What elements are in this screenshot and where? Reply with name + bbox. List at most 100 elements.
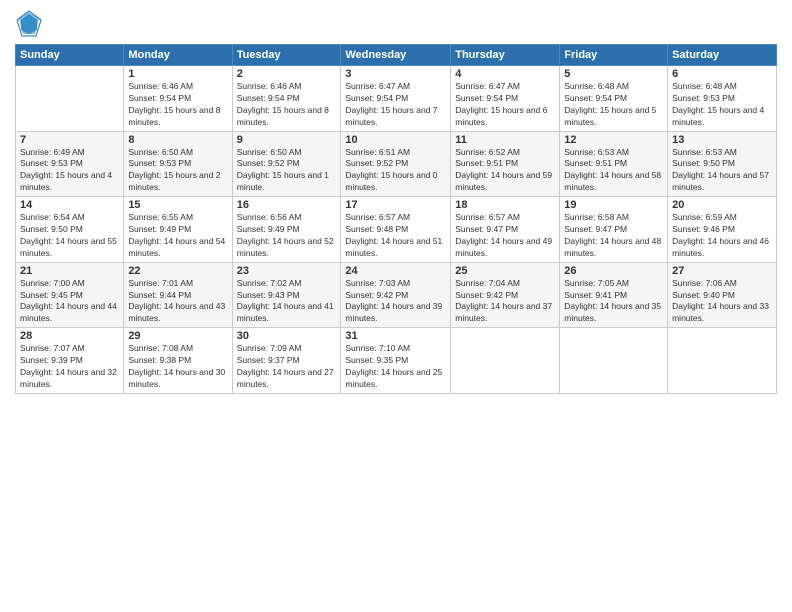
week-row-3: 14Sunrise: 6:54 AMSunset: 9:50 PMDayligh… xyxy=(16,197,777,263)
day-info: Sunrise: 7:06 AMSunset: 9:40 PMDaylight:… xyxy=(672,278,772,326)
day-cell: 10Sunrise: 6:51 AMSunset: 9:52 PMDayligh… xyxy=(341,131,451,197)
day-cell xyxy=(560,328,668,394)
day-number: 8 xyxy=(128,134,227,146)
day-info: Sunrise: 6:47 AMSunset: 9:54 PMDaylight:… xyxy=(455,81,555,129)
day-cell xyxy=(16,66,124,132)
day-cell: 4Sunrise: 6:47 AMSunset: 9:54 PMDaylight… xyxy=(451,66,560,132)
day-cell: 31Sunrise: 7:10 AMSunset: 9:35 PMDayligh… xyxy=(341,328,451,394)
day-number: 19 xyxy=(564,199,663,211)
day-number: 21 xyxy=(20,265,119,277)
day-info: Sunrise: 6:48 AMSunset: 9:53 PMDaylight:… xyxy=(672,81,772,129)
day-number: 7 xyxy=(20,134,119,146)
day-number: 24 xyxy=(345,265,446,277)
day-number: 22 xyxy=(128,265,227,277)
week-row-5: 28Sunrise: 7:07 AMSunset: 9:39 PMDayligh… xyxy=(16,328,777,394)
day-info: Sunrise: 6:48 AMSunset: 9:54 PMDaylight:… xyxy=(564,81,663,129)
day-number: 10 xyxy=(345,134,446,146)
day-number: 6 xyxy=(672,68,772,80)
week-row-1: 1Sunrise: 6:46 AMSunset: 9:54 PMDaylight… xyxy=(16,66,777,132)
header xyxy=(15,10,777,38)
day-cell: 14Sunrise: 6:54 AMSunset: 9:50 PMDayligh… xyxy=(16,197,124,263)
day-info: Sunrise: 7:09 AMSunset: 9:37 PMDaylight:… xyxy=(237,343,337,391)
day-info: Sunrise: 6:49 AMSunset: 9:53 PMDaylight:… xyxy=(20,147,119,195)
weekday-header-friday: Friday xyxy=(560,45,668,66)
day-info: Sunrise: 6:53 AMSunset: 9:50 PMDaylight:… xyxy=(672,147,772,195)
weekday-header-monday: Monday xyxy=(124,45,232,66)
day-info: Sunrise: 7:10 AMSunset: 9:35 PMDaylight:… xyxy=(345,343,446,391)
day-info: Sunrise: 6:47 AMSunset: 9:54 PMDaylight:… xyxy=(345,81,446,129)
day-cell xyxy=(451,328,560,394)
day-info: Sunrise: 7:02 AMSunset: 9:43 PMDaylight:… xyxy=(237,278,337,326)
weekday-header-saturday: Saturday xyxy=(668,45,777,66)
weekday-header-tuesday: Tuesday xyxy=(232,45,341,66)
logo-icon xyxy=(15,10,43,38)
day-cell: 3Sunrise: 6:47 AMSunset: 9:54 PMDaylight… xyxy=(341,66,451,132)
weekday-header-wednesday: Wednesday xyxy=(341,45,451,66)
day-info: Sunrise: 6:46 AMSunset: 9:54 PMDaylight:… xyxy=(237,81,337,129)
day-cell: 9Sunrise: 6:50 AMSunset: 9:52 PMDaylight… xyxy=(232,131,341,197)
day-info: Sunrise: 6:57 AMSunset: 9:47 PMDaylight:… xyxy=(455,212,555,260)
day-cell: 1Sunrise: 6:46 AMSunset: 9:54 PMDaylight… xyxy=(124,66,232,132)
day-cell: 22Sunrise: 7:01 AMSunset: 9:44 PMDayligh… xyxy=(124,262,232,328)
day-cell: 19Sunrise: 6:58 AMSunset: 9:47 PMDayligh… xyxy=(560,197,668,263)
day-number: 28 xyxy=(20,330,119,342)
day-cell: 11Sunrise: 6:52 AMSunset: 9:51 PMDayligh… xyxy=(451,131,560,197)
day-info: Sunrise: 6:59 AMSunset: 9:46 PMDaylight:… xyxy=(672,212,772,260)
day-number: 1 xyxy=(128,68,227,80)
day-number: 5 xyxy=(564,68,663,80)
day-number: 3 xyxy=(345,68,446,80)
day-cell: 28Sunrise: 7:07 AMSunset: 9:39 PMDayligh… xyxy=(16,328,124,394)
day-info: Sunrise: 6:58 AMSunset: 9:47 PMDaylight:… xyxy=(564,212,663,260)
day-number: 11 xyxy=(455,134,555,146)
weekday-header-thursday: Thursday xyxy=(451,45,560,66)
day-cell: 16Sunrise: 6:56 AMSunset: 9:49 PMDayligh… xyxy=(232,197,341,263)
day-number: 16 xyxy=(237,199,337,211)
day-info: Sunrise: 6:50 AMSunset: 9:52 PMDaylight:… xyxy=(237,147,337,195)
day-cell: 21Sunrise: 7:00 AMSunset: 9:45 PMDayligh… xyxy=(16,262,124,328)
day-number: 13 xyxy=(672,134,772,146)
day-info: Sunrise: 7:05 AMSunset: 9:41 PMDaylight:… xyxy=(564,278,663,326)
day-number: 31 xyxy=(345,330,446,342)
day-info: Sunrise: 6:56 AMSunset: 9:49 PMDaylight:… xyxy=(237,212,337,260)
day-cell: 6Sunrise: 6:48 AMSunset: 9:53 PMDaylight… xyxy=(668,66,777,132)
day-cell: 23Sunrise: 7:02 AMSunset: 9:43 PMDayligh… xyxy=(232,262,341,328)
day-info: Sunrise: 6:52 AMSunset: 9:51 PMDaylight:… xyxy=(455,147,555,195)
week-row-4: 21Sunrise: 7:00 AMSunset: 9:45 PMDayligh… xyxy=(16,262,777,328)
day-cell: 17Sunrise: 6:57 AMSunset: 9:48 PMDayligh… xyxy=(341,197,451,263)
day-number: 17 xyxy=(345,199,446,211)
day-cell: 5Sunrise: 6:48 AMSunset: 9:54 PMDaylight… xyxy=(560,66,668,132)
day-number: 26 xyxy=(564,265,663,277)
day-number: 27 xyxy=(672,265,772,277)
day-number: 30 xyxy=(237,330,337,342)
day-number: 20 xyxy=(672,199,772,211)
day-info: Sunrise: 6:55 AMSunset: 9:49 PMDaylight:… xyxy=(128,212,227,260)
day-number: 14 xyxy=(20,199,119,211)
day-cell: 2Sunrise: 6:46 AMSunset: 9:54 PMDaylight… xyxy=(232,66,341,132)
day-info: Sunrise: 7:07 AMSunset: 9:39 PMDaylight:… xyxy=(20,343,119,391)
day-info: Sunrise: 6:54 AMSunset: 9:50 PMDaylight:… xyxy=(20,212,119,260)
day-number: 4 xyxy=(455,68,555,80)
day-cell: 15Sunrise: 6:55 AMSunset: 9:49 PMDayligh… xyxy=(124,197,232,263)
day-number: 18 xyxy=(455,199,555,211)
day-cell: 29Sunrise: 7:08 AMSunset: 9:38 PMDayligh… xyxy=(124,328,232,394)
day-info: Sunrise: 6:57 AMSunset: 9:48 PMDaylight:… xyxy=(345,212,446,260)
day-cell: 18Sunrise: 6:57 AMSunset: 9:47 PMDayligh… xyxy=(451,197,560,263)
day-cell: 13Sunrise: 6:53 AMSunset: 9:50 PMDayligh… xyxy=(668,131,777,197)
day-cell: 20Sunrise: 6:59 AMSunset: 9:46 PMDayligh… xyxy=(668,197,777,263)
day-info: Sunrise: 6:50 AMSunset: 9:53 PMDaylight:… xyxy=(128,147,227,195)
day-info: Sunrise: 7:08 AMSunset: 9:38 PMDaylight:… xyxy=(128,343,227,391)
day-cell xyxy=(668,328,777,394)
weekday-header-sunday: Sunday xyxy=(16,45,124,66)
day-info: Sunrise: 6:51 AMSunset: 9:52 PMDaylight:… xyxy=(345,147,446,195)
day-number: 29 xyxy=(128,330,227,342)
day-cell: 24Sunrise: 7:03 AMSunset: 9:42 PMDayligh… xyxy=(341,262,451,328)
weekday-header-row: SundayMondayTuesdayWednesdayThursdayFrid… xyxy=(16,45,777,66)
day-info: Sunrise: 7:00 AMSunset: 9:45 PMDaylight:… xyxy=(20,278,119,326)
day-info: Sunrise: 6:46 AMSunset: 9:54 PMDaylight:… xyxy=(128,81,227,129)
day-number: 25 xyxy=(455,265,555,277)
day-number: 23 xyxy=(237,265,337,277)
day-number: 15 xyxy=(128,199,227,211)
day-cell: 12Sunrise: 6:53 AMSunset: 9:51 PMDayligh… xyxy=(560,131,668,197)
calendar-table: SundayMondayTuesdayWednesdayThursdayFrid… xyxy=(15,44,777,394)
day-cell: 27Sunrise: 7:06 AMSunset: 9:40 PMDayligh… xyxy=(668,262,777,328)
